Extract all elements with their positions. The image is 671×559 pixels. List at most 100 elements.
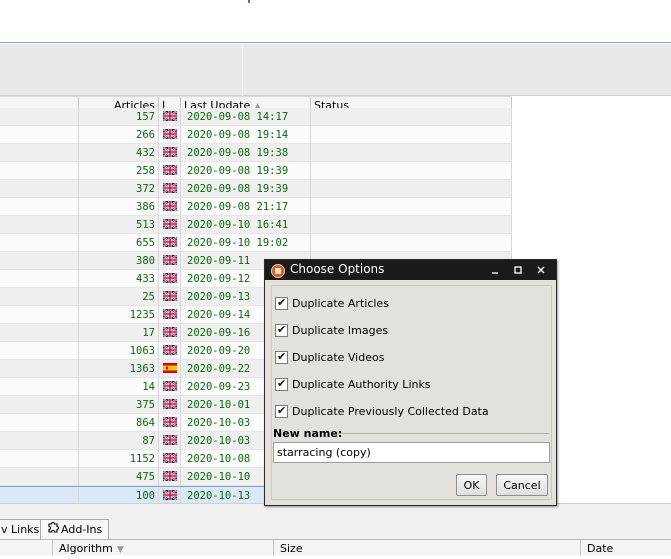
checkbox[interactable]: ✔: [275, 404, 288, 418]
cell-language: [159, 234, 181, 252]
uk-flag-icon: [162, 200, 178, 212]
checkmark-icon: ✔: [277, 376, 287, 390]
sort-descending-icon: ▼: [116, 545, 124, 555]
option-duplicate-videos[interactable]: ✔ Duplicate Videos: [275, 349, 384, 365]
cell-language: [159, 342, 181, 360]
checkbox[interactable]: ✔: [275, 349, 288, 364]
cell-last-update: 2020-09-08 19:39: [181, 162, 311, 180]
tab-addins[interactable]: Add-Ins: [40, 519, 110, 541]
table-row[interactable]: 372 2020-09-08 19:39: [0, 180, 512, 198]
cell-name: [0, 234, 79, 252]
uk-flag-icon: [162, 218, 178, 230]
maximize-icon[interactable]: [511, 263, 525, 277]
cell-name: [0, 360, 79, 378]
uk-flag-icon: [162, 236, 178, 248]
option-label: Duplicate Videos: [292, 350, 385, 364]
cell-articles: 864: [79, 414, 159, 432]
toolbar: [0, 44, 671, 96]
cell-name: [0, 180, 79, 198]
header-size[interactable]: Size: [273, 540, 580, 556]
cell-articles: 386: [79, 198, 159, 216]
cell-articles: 25: [79, 288, 159, 306]
table-row[interactable]: 513 2020-09-10 16:41: [0, 216, 512, 234]
top-panel: [0, 0, 671, 43]
cell-articles: 17: [79, 324, 159, 342]
cell-articles: 375: [79, 396, 159, 414]
option-duplicate-articles[interactable]: ✔ Duplicate Articles: [275, 295, 389, 311]
uk-flag-icon: [162, 416, 178, 428]
cell-articles: 1152: [79, 450, 159, 468]
checkmark-icon: ✔: [277, 349, 287, 363]
cell-status: [311, 126, 512, 144]
cell-name: [0, 378, 79, 396]
cell-name: [0, 396, 79, 414]
table-row[interactable]: 655 2020-09-10 19:02: [0, 234, 512, 252]
cell-language: [159, 432, 181, 450]
table-row[interactable]: 432 2020-09-08 19:38: [0, 144, 512, 162]
checkbox[interactable]: ✔: [275, 376, 288, 391]
cell-last-update: 2020-09-10 19:02: [181, 234, 311, 252]
cancel-button[interactable]: Cancel: [496, 474, 548, 496]
cell-articles: 655: [79, 234, 159, 252]
toolbar-separator: [242, 44, 243, 96]
cell-name: [0, 270, 79, 288]
cell-name: [0, 324, 79, 342]
header-date[interactable]: Date: [580, 540, 671, 556]
cell-language: [159, 126, 181, 144]
table-row[interactable]: 157 2020-09-08 14:17: [0, 108, 512, 126]
cell-status: [311, 198, 512, 216]
cell-last-update: 2020-09-10 16:41: [181, 216, 311, 234]
uk-flag-icon: [162, 398, 178, 410]
cell-articles: 1063: [79, 342, 159, 360]
option-label: Duplicate Previously Collected Data: [292, 404, 489, 418]
cell-name: [0, 126, 79, 144]
cell-articles: 157: [79, 108, 159, 126]
checkmark-icon: ✔: [277, 295, 287, 309]
cell-language: [159, 144, 181, 162]
cell-status: [311, 144, 512, 162]
table-row[interactable]: 386 2020-09-08 21:17: [0, 198, 512, 216]
close-icon[interactable]: [534, 263, 548, 277]
option-duplicate-images[interactable]: ✔ Duplicate Images: [275, 322, 388, 338]
cell-language: [159, 306, 181, 324]
uk-flag-icon: [162, 489, 178, 501]
table-row[interactable]: 266 2020-09-08 19:14: [0, 126, 512, 144]
cell-articles: 475: [79, 468, 159, 486]
cell-name: [0, 288, 79, 306]
option-label: Duplicate Authority Links: [292, 377, 431, 391]
uk-flag-icon: [162, 290, 178, 302]
cell-language: [159, 216, 181, 234]
cell-last-update: 2020-09-08 19:39: [181, 180, 311, 198]
option-duplicate-previously-collected-data[interactable]: ✔ Duplicate Previously Collected Data: [275, 403, 489, 419]
uk-flag-icon: [162, 110, 178, 122]
cell-name: [0, 414, 79, 432]
cell-language: [159, 252, 181, 270]
uk-flag-icon: [162, 452, 178, 464]
option-duplicate-authority-links[interactable]: ✔ Duplicate Authority Links: [275, 376, 431, 392]
cell-last-update: 2020-09-08 19:14: [181, 126, 311, 144]
uk-flag-icon: [162, 344, 178, 356]
cell-language: [159, 270, 181, 288]
cell-name: [0, 450, 79, 468]
table-row[interactable]: 258 2020-09-08 19:39: [0, 162, 512, 180]
uk-flag-icon: [162, 164, 178, 176]
ok-button[interactable]: OK: [456, 474, 487, 496]
minimize-icon[interactable]: [488, 263, 502, 277]
new-name-input[interactable]: [273, 442, 550, 463]
cell-name: [0, 216, 79, 234]
header-algorithm-label: Algorithm: [59, 542, 113, 555]
tab-addins-label: Add-Ins: [61, 523, 103, 536]
checkbox[interactable]: ✔: [275, 323, 288, 337]
dialog-title-bar[interactable]: Choose Options: [265, 260, 556, 280]
header-algorithm[interactable]: Algorithm ▼: [52, 540, 273, 556]
uk-flag-icon: [162, 470, 178, 482]
cell-language: [159, 414, 181, 432]
top-marker: [248, 0, 250, 3]
cell-status: [311, 108, 512, 126]
cell-articles: 14: [79, 378, 159, 396]
cell-name: [0, 198, 79, 216]
app-icon: [271, 264, 285, 278]
uk-flag-icon: [162, 254, 178, 266]
checkbox[interactable]: ✔: [275, 295, 288, 310]
cell-articles: 432: [79, 144, 159, 162]
